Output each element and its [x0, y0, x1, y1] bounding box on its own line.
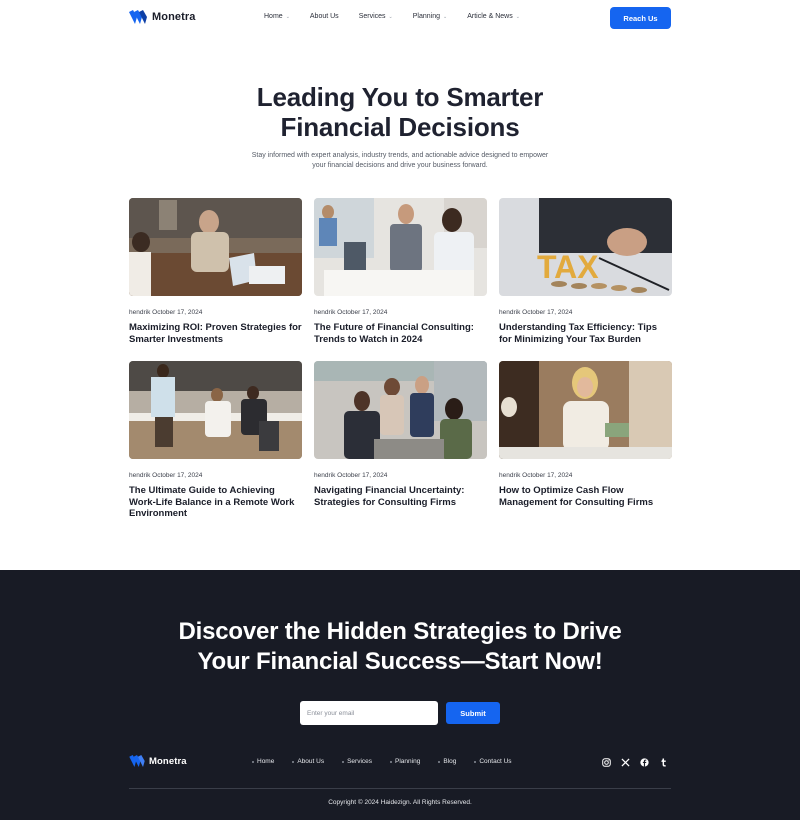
copyright-text: Copyright © 2024 Haidezign. All Rights R… [328, 799, 472, 806]
reach-us-button[interactable]: Reach Us [610, 7, 671, 29]
footer-brand-logo[interactable]: Monetra [129, 755, 187, 767]
article-author[interactable]: hendrik [129, 309, 150, 316]
newsletter-title-line-1: Discover the Hidden Strategies to Drive [178, 618, 622, 645]
main-nav: Home ⌄ About Us Services ⌄ Planning ⌄ Ar… [264, 13, 520, 20]
bullet-icon [292, 760, 295, 763]
bullet-icon [252, 760, 254, 763]
bullet-icon [342, 760, 345, 763]
article-image[interactable]: TAX [499, 198, 672, 296]
tumblr-icon[interactable] [658, 757, 668, 767]
article-card[interactable]: hendrik October 17, 2024 Maximizing ROI:… [129, 198, 302, 345]
article-author[interactable]: hendrik [499, 472, 520, 479]
bullet-icon [390, 760, 393, 763]
nav-item-services[interactable]: Services ⌄ [359, 13, 393, 20]
page-subtitle-line-1: Stay informed with expert analysis, indu… [251, 152, 549, 159]
footer-link-planning[interactable]: Planning [390, 758, 420, 765]
social-links [601, 757, 668, 767]
article-image[interactable] [129, 361, 302, 459]
nav-item-about-us[interactable]: About Us [310, 13, 339, 20]
article-image[interactable] [129, 198, 302, 296]
article-meta: hendrik October 17, 2024 [314, 309, 487, 316]
nav-item-label: Services [358, 13, 386, 20]
footer-brand-name: Monetra [149, 755, 187, 767]
article-meta: hendrik October 17, 2024 [314, 472, 487, 479]
page-subtitle-line-2: your financial decisions and drive your … [312, 161, 488, 169]
footer-divider [129, 788, 671, 789]
nav-item-label: Article & News [467, 13, 513, 20]
brand-logo[interactable]: Monetra [129, 10, 195, 24]
bullet-icon [474, 760, 477, 763]
nav-item-label: About Us [309, 13, 339, 20]
page-title: Leading You to Smarter Financial Decisio… [0, 82, 800, 142]
article-title[interactable]: How to Optimize Cash Flow Management for… [499, 485, 672, 508]
article-card[interactable]: hendrik October 17, 2024 The Future of F… [314, 198, 487, 345]
facebook-icon[interactable] [639, 757, 649, 767]
monetra-logo-icon [129, 755, 145, 767]
site-footer: Discover the Hidden Strategies to Drive … [0, 570, 800, 820]
article-date: October 17, 2024 [152, 309, 203, 316]
page-title-line-1: Leading You to Smarter [256, 82, 544, 112]
article-meta: hendrik October 17, 2024 [499, 472, 672, 479]
nav-item-article-news[interactable]: Article & News ⌄ [467, 13, 520, 20]
monetra-logo-icon [129, 10, 147, 24]
footer-link-label: Contact Us [479, 758, 512, 765]
article-card[interactable]: hendrik October 17, 2024 The Ultimate Gu… [129, 361, 302, 520]
article-date: October 17, 2024 [337, 472, 388, 479]
article-meta: hendrik October 17, 2024 [499, 309, 672, 316]
footer-link-label: About Us [297, 758, 325, 765]
submit-button[interactable]: Submit [446, 702, 500, 724]
chevron-down-icon: ⌄ [285, 13, 290, 20]
article-image[interactable] [314, 198, 487, 296]
article-title[interactable]: The Ultimate Guide to Achieving Work-Lif… [129, 485, 302, 520]
newsletter-title: Discover the Hidden Strategies to Drive … [0, 617, 800, 677]
newsletter-title-line-2: Your Financial Success—Start Now! [197, 648, 603, 675]
footer-link-label: Blog [443, 758, 457, 765]
article-date: October 17, 2024 [522, 309, 573, 316]
article-title[interactable]: Maximizing ROI: Proven Strategies for Sm… [129, 322, 302, 345]
site-header: Monetra Home ⌄ About Us Services ⌄ Plann… [0, 0, 800, 36]
footer-link-label: Services [347, 758, 373, 765]
footer-link-contact-us[interactable]: Contact Us [474, 758, 512, 765]
article-title[interactable]: Navigating Financial Uncertainty: Strate… [314, 485, 487, 508]
chevron-down-icon: ⌄ [515, 13, 520, 20]
footer-link-about-us[interactable]: About Us [292, 758, 324, 765]
x-icon[interactable] [620, 757, 630, 767]
page-subtitle: Stay informed with expert analysis, indu… [230, 151, 570, 170]
article-date: October 17, 2024 [152, 472, 203, 479]
footer-link-services[interactable]: Services [342, 758, 372, 765]
chevron-down-icon: ⌄ [442, 13, 448, 20]
article-card[interactable]: hendrik October 17, 2024 How to Optimize… [499, 361, 672, 508]
article-title[interactable]: The Future of Financial Consulting: Tren… [314, 322, 487, 345]
article-title[interactable]: Understanding Tax Efficiency: Tips for M… [499, 322, 672, 345]
article-card[interactable]: TAX hendrik October 17, 2024 Understandi… [499, 198, 672, 345]
nav-item-label: Planning [412, 13, 440, 20]
article-author[interactable]: hendrik [499, 309, 520, 316]
email-input[interactable] [300, 701, 438, 725]
article-date: October 17, 2024 [337, 309, 388, 316]
footer-link-label: Home [257, 758, 275, 765]
bullet-icon [438, 760, 441, 763]
chevron-down-icon: ⌄ [388, 13, 393, 20]
svg-text:TAX: TAX [537, 249, 599, 285]
nav-item-planning[interactable]: Planning ⌄ [413, 13, 447, 20]
nav-item-label: Home [264, 13, 283, 20]
article-meta: hendrik October 17, 2024 [129, 309, 302, 316]
article-image[interactable] [499, 361, 672, 459]
footer-link-label: Planning [395, 758, 421, 765]
footer-link-home[interactable]: Home [252, 758, 274, 765]
nav-item-home[interactable]: Home ⌄ [264, 13, 290, 20]
brand-name: Monetra [152, 11, 196, 23]
article-card[interactable]: hendrik October 17, 2024 Navigating Fina… [314, 361, 487, 508]
instagram-icon[interactable] [601, 757, 611, 767]
footer-nav: Home About Us Services Planning Blog Con… [252, 758, 512, 765]
article-image[interactable] [314, 361, 487, 459]
article-author[interactable]: hendrik [314, 472, 335, 479]
article-author[interactable]: hendrik [129, 472, 150, 479]
footer-link-blog[interactable]: Blog [438, 758, 456, 765]
page-title-line-2: Financial Decisions [280, 112, 520, 142]
article-author[interactable]: hendrik [314, 309, 335, 316]
article-meta: hendrik October 17, 2024 [129, 472, 302, 479]
article-date: October 17, 2024 [522, 472, 573, 479]
